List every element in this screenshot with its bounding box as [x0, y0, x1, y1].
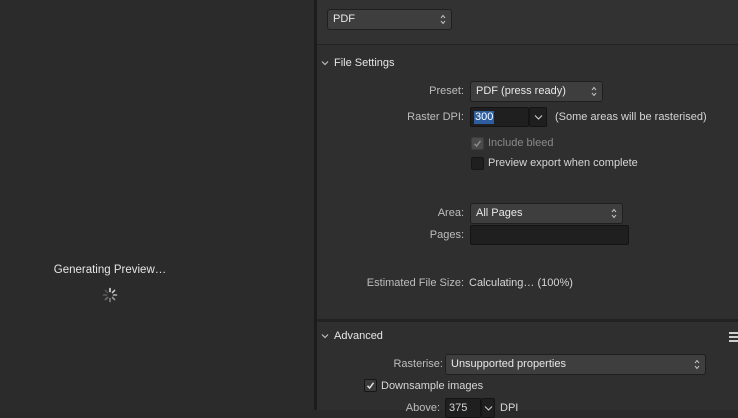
format-dropdown[interactable]: PDF	[327, 9, 452, 30]
chevron-down-icon	[484, 406, 493, 411]
raster-dpi-note: (Some areas will be rasterised)	[555, 111, 707, 123]
area-dropdown[interactable]: All Pages	[470, 203, 623, 224]
advanced-header[interactable]: Advanced	[334, 330, 383, 342]
pages-label: Pages:	[429, 229, 464, 241]
downsample-label: Downsample images	[381, 380, 484, 392]
downsample-checkbox[interactable]	[364, 379, 377, 392]
checkmark-icon	[473, 140, 482, 148]
raster-dpi-input[interactable]: 300	[470, 107, 529, 127]
preview-pane	[0, 0, 314, 410]
updown-arrows-icon	[694, 359, 700, 370]
hamburger-menu-icon[interactable]	[729, 332, 738, 344]
above-dpi-dropdown-button[interactable]	[481, 398, 495, 418]
format-dropdown-value: PDF	[333, 13, 355, 25]
updown-arrows-icon	[591, 86, 597, 97]
preset-dropdown-value: PDF (press ready)	[476, 85, 566, 97]
generating-preview-text: Generating Preview…	[53, 264, 167, 276]
area-dropdown-value: All Pages	[476, 207, 523, 219]
above-label: Above:	[405, 402, 440, 414]
preset-dropdown[interactable]: PDF (press ready)	[470, 81, 603, 102]
loading-spinner-icon	[102, 287, 118, 303]
raster-dpi-dropdown-button[interactable]	[529, 107, 547, 127]
include-bleed-checkbox[interactable]	[471, 137, 484, 150]
estimated-size-value: Calculating… (100%)	[469, 277, 573, 289]
file-settings-header[interactable]: File Settings	[334, 57, 395, 69]
area-label: Area:	[437, 207, 464, 219]
chevron-down-icon	[534, 115, 543, 120]
chevron-down-icon[interactable]	[321, 59, 329, 67]
above-dpi-unit: DPI	[500, 402, 519, 414]
checkmark-icon	[366, 382, 375, 390]
above-dpi-input[interactable]: 375	[445, 398, 481, 418]
updown-arrows-icon	[440, 14, 446, 25]
rasterise-dropdown-value: Unsupported properties	[451, 358, 566, 370]
pages-input[interactable]	[470, 225, 629, 245]
updown-arrows-icon	[611, 208, 617, 219]
raster-dpi-label: Raster DPI:	[407, 111, 464, 123]
preview-export-label: Preview export when complete	[488, 157, 638, 169]
preview-export-checkbox[interactable]	[471, 157, 484, 170]
above-dpi-value: 375	[449, 402, 468, 414]
estimated-size-label: Estimated File Size:	[366, 277, 464, 289]
rasterise-dropdown[interactable]: Unsupported properties	[445, 354, 706, 375]
include-bleed-label: Include bleed	[488, 137, 554, 149]
raster-dpi-value: 300	[474, 111, 495, 124]
chevron-down-icon[interactable]	[321, 332, 329, 340]
preset-label: Preset:	[429, 85, 464, 97]
section-divider	[317, 319, 738, 322]
rasterise-label: Rasterise:	[393, 358, 443, 370]
